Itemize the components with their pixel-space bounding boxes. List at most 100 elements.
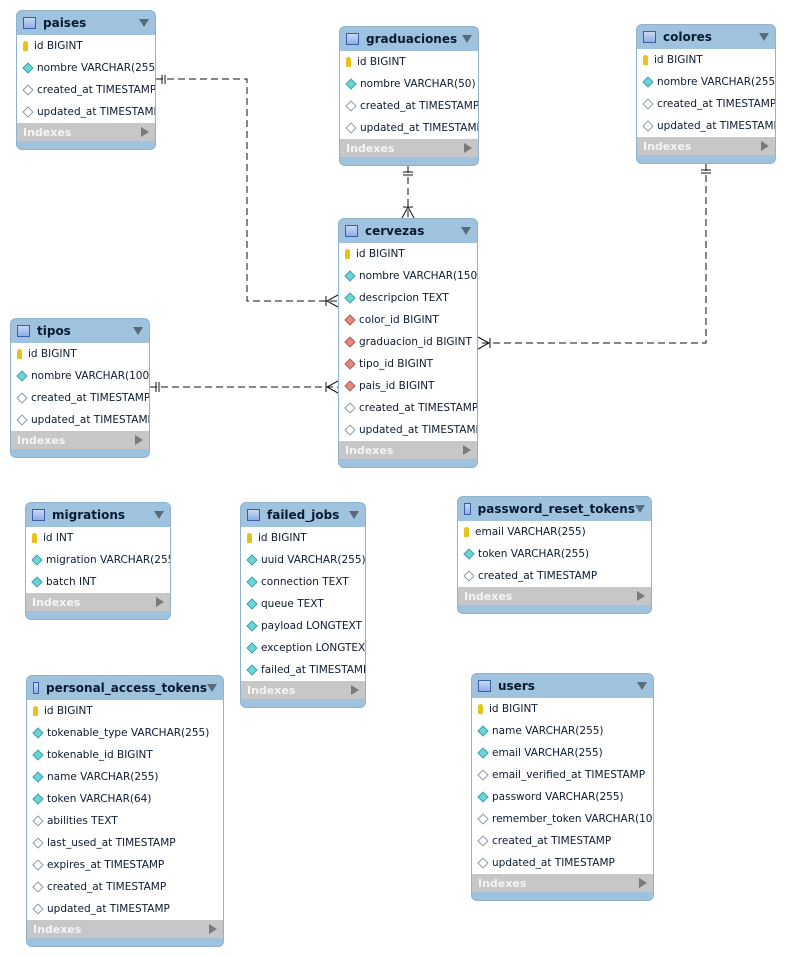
indexes-section[interactable]: Indexes (458, 587, 651, 605)
expand-arrow-icon[interactable] (464, 143, 472, 153)
table-personal_access_tokens[interactable]: personal_access_tokens id BIGINT tokenable… (26, 675, 224, 947)
expand-arrow-icon[interactable] (209, 924, 217, 934)
column-row[interactable]: updated_at TIMESTAMP (27, 898, 223, 920)
collapse-arrow-icon[interactable] (462, 35, 472, 43)
column-row[interactable]: exception LONGTEXT (241, 637, 365, 659)
column-row[interactable]: created_at TIMESTAMP (27, 876, 223, 898)
table-colores[interactable]: colores id BIGINT nombre VARCHAR(255) creat… (636, 24, 776, 164)
table-header[interactable]: graduaciones (340, 27, 478, 51)
table-header[interactable]: personal_access_tokens (27, 676, 223, 700)
table-failed_jobs[interactable]: failed_jobs id BIGINT uuid VARCHAR(255) con… (240, 502, 366, 708)
column-row[interactable]: updated_at TIMESTAMP (11, 409, 149, 431)
column-row[interactable]: updated_at TIMESTAMP (339, 419, 477, 441)
table-password_reset_tokens[interactable]: password_reset_tokens email VARCHAR(255) t… (457, 496, 652, 614)
column-row[interactable]: created_at TIMESTAMP (458, 565, 651, 587)
column-row[interactable]: email VARCHAR(255) (458, 521, 651, 543)
column-row[interactable]: nombre VARCHAR(50) (340, 73, 478, 95)
indexes-section[interactable]: Indexes (472, 874, 653, 892)
table-header[interactable]: tipos (11, 319, 149, 343)
table-cervezas[interactable]: cervezas id BIGINT nombre VARCHAR(150) desc… (338, 218, 478, 468)
column-row[interactable]: created_at TIMESTAMP (339, 397, 477, 419)
relationship-paises-cervezas[interactable] (156, 75, 339, 308)
collapse-arrow-icon[interactable] (461, 227, 471, 235)
table-graduaciones[interactable]: graduaciones id BIGINT nombre VARCHAR(50) c… (339, 26, 479, 166)
expand-arrow-icon[interactable] (351, 685, 359, 695)
indexes-section[interactable]: Indexes (26, 593, 170, 611)
indexes-section[interactable]: Indexes (339, 441, 477, 459)
collapse-arrow-icon[interactable] (349, 511, 359, 519)
table-header[interactable]: paises (17, 11, 155, 35)
relationship-colores-cervezas[interactable] (477, 164, 711, 350)
column-row[interactable]: tokenable_id BIGINT (27, 744, 223, 766)
column-row[interactable]: expires_at TIMESTAMP (27, 854, 223, 876)
relationship-graduaciones-cervezas[interactable] (401, 166, 415, 219)
column-row[interactable]: nombre VARCHAR(255) (17, 57, 155, 79)
column-row[interactable]: batch INT (26, 571, 170, 593)
table-users[interactable]: users id BIGINT name VARCHAR(255) email VAR… (471, 673, 654, 901)
column-row[interactable]: id BIGINT (472, 698, 653, 720)
table-header[interactable]: colores (637, 25, 775, 49)
column-row[interactable]: created_at TIMESTAMP (340, 95, 478, 117)
collapse-arrow-icon[interactable] (133, 327, 143, 335)
column-row[interactable]: connection TEXT (241, 571, 365, 593)
column-row[interactable]: nombre VARCHAR(255) (637, 71, 775, 93)
column-row[interactable]: token VARCHAR(64) (27, 788, 223, 810)
collapse-arrow-icon[interactable] (635, 505, 645, 513)
column-row[interactable]: tipo_id BIGINT (339, 353, 477, 375)
column-row[interactable]: uuid VARCHAR(255) (241, 549, 365, 571)
indexes-section[interactable]: Indexes (637, 137, 775, 155)
column-row[interactable]: email_verified_at TIMESTAMP (472, 764, 653, 786)
indexes-section[interactable]: Indexes (241, 681, 365, 699)
table-migrations[interactable]: migrations id INT migration VARCHAR(255) ba… (25, 502, 171, 620)
column-row[interactable]: created_at TIMESTAMP (472, 830, 653, 852)
column-row[interactable]: id BIGINT (339, 243, 477, 265)
collapse-arrow-icon[interactable] (759, 33, 769, 41)
collapse-arrow-icon[interactable] (154, 511, 164, 519)
collapse-arrow-icon[interactable] (207, 684, 217, 692)
column-row[interactable]: nombre VARCHAR(100) (11, 365, 149, 387)
collapse-arrow-icon[interactable] (637, 682, 647, 690)
column-row[interactable]: id BIGINT (637, 49, 775, 71)
column-row[interactable]: name VARCHAR(255) (472, 720, 653, 742)
table-header[interactable]: users (472, 674, 653, 698)
table-paises[interactable]: paises id BIGINT nombre VARCHAR(255) create… (16, 10, 156, 150)
expand-arrow-icon[interactable] (637, 591, 645, 601)
table-header[interactable]: failed_jobs (241, 503, 365, 527)
column-row[interactable]: created_at TIMESTAMP (637, 93, 775, 115)
column-row[interactable]: updated_at TIMESTAMP (17, 101, 155, 123)
expand-arrow-icon[interactable] (463, 445, 471, 455)
column-row[interactable]: migration VARCHAR(255) (26, 549, 170, 571)
expand-arrow-icon[interactable] (761, 141, 769, 151)
column-row[interactable]: id BIGINT (17, 35, 155, 57)
column-row[interactable]: id INT (26, 527, 170, 549)
expand-arrow-icon[interactable] (141, 127, 149, 137)
expand-arrow-icon[interactable] (135, 435, 143, 445)
table-header[interactable]: migrations (26, 503, 170, 527)
column-row[interactable]: color_id BIGINT (339, 309, 477, 331)
column-row[interactable]: updated_at TIMESTAMP (637, 115, 775, 137)
column-row[interactable]: password VARCHAR(255) (472, 786, 653, 808)
column-row[interactable]: failed_at TIMESTAMP (241, 659, 365, 681)
indexes-section[interactable]: Indexes (340, 139, 478, 157)
column-row[interactable]: tokenable_type VARCHAR(255) (27, 722, 223, 744)
column-row[interactable]: id BIGINT (27, 700, 223, 722)
indexes-section[interactable]: Indexes (27, 920, 223, 938)
table-tipos[interactable]: tipos id BIGINT nombre VARCHAR(100) created… (10, 318, 150, 458)
column-row[interactable]: name VARCHAR(255) (27, 766, 223, 788)
table-header[interactable]: password_reset_tokens (458, 497, 651, 521)
column-row[interactable]: id BIGINT (241, 527, 365, 549)
indexes-section[interactable]: Indexes (11, 431, 149, 449)
column-row[interactable]: last_used_at TIMESTAMP (27, 832, 223, 854)
relationship-tipos-cervezas[interactable] (150, 380, 339, 394)
table-header[interactable]: cervezas (339, 219, 477, 243)
column-row[interactable]: graduacion_id BIGINT (339, 331, 477, 353)
column-row[interactable]: descripcion TEXT (339, 287, 477, 309)
column-row[interactable]: remember_token VARCHAR(100) (472, 808, 653, 830)
column-row[interactable]: updated_at TIMESTAMP (472, 852, 653, 874)
expand-arrow-icon[interactable] (156, 597, 164, 607)
column-row[interactable]: updated_at TIMESTAMP (340, 117, 478, 139)
column-row[interactable]: token VARCHAR(255) (458, 543, 651, 565)
column-row[interactable]: id BIGINT (340, 51, 478, 73)
indexes-section[interactable]: Indexes (17, 123, 155, 141)
column-row[interactable]: abilities TEXT (27, 810, 223, 832)
